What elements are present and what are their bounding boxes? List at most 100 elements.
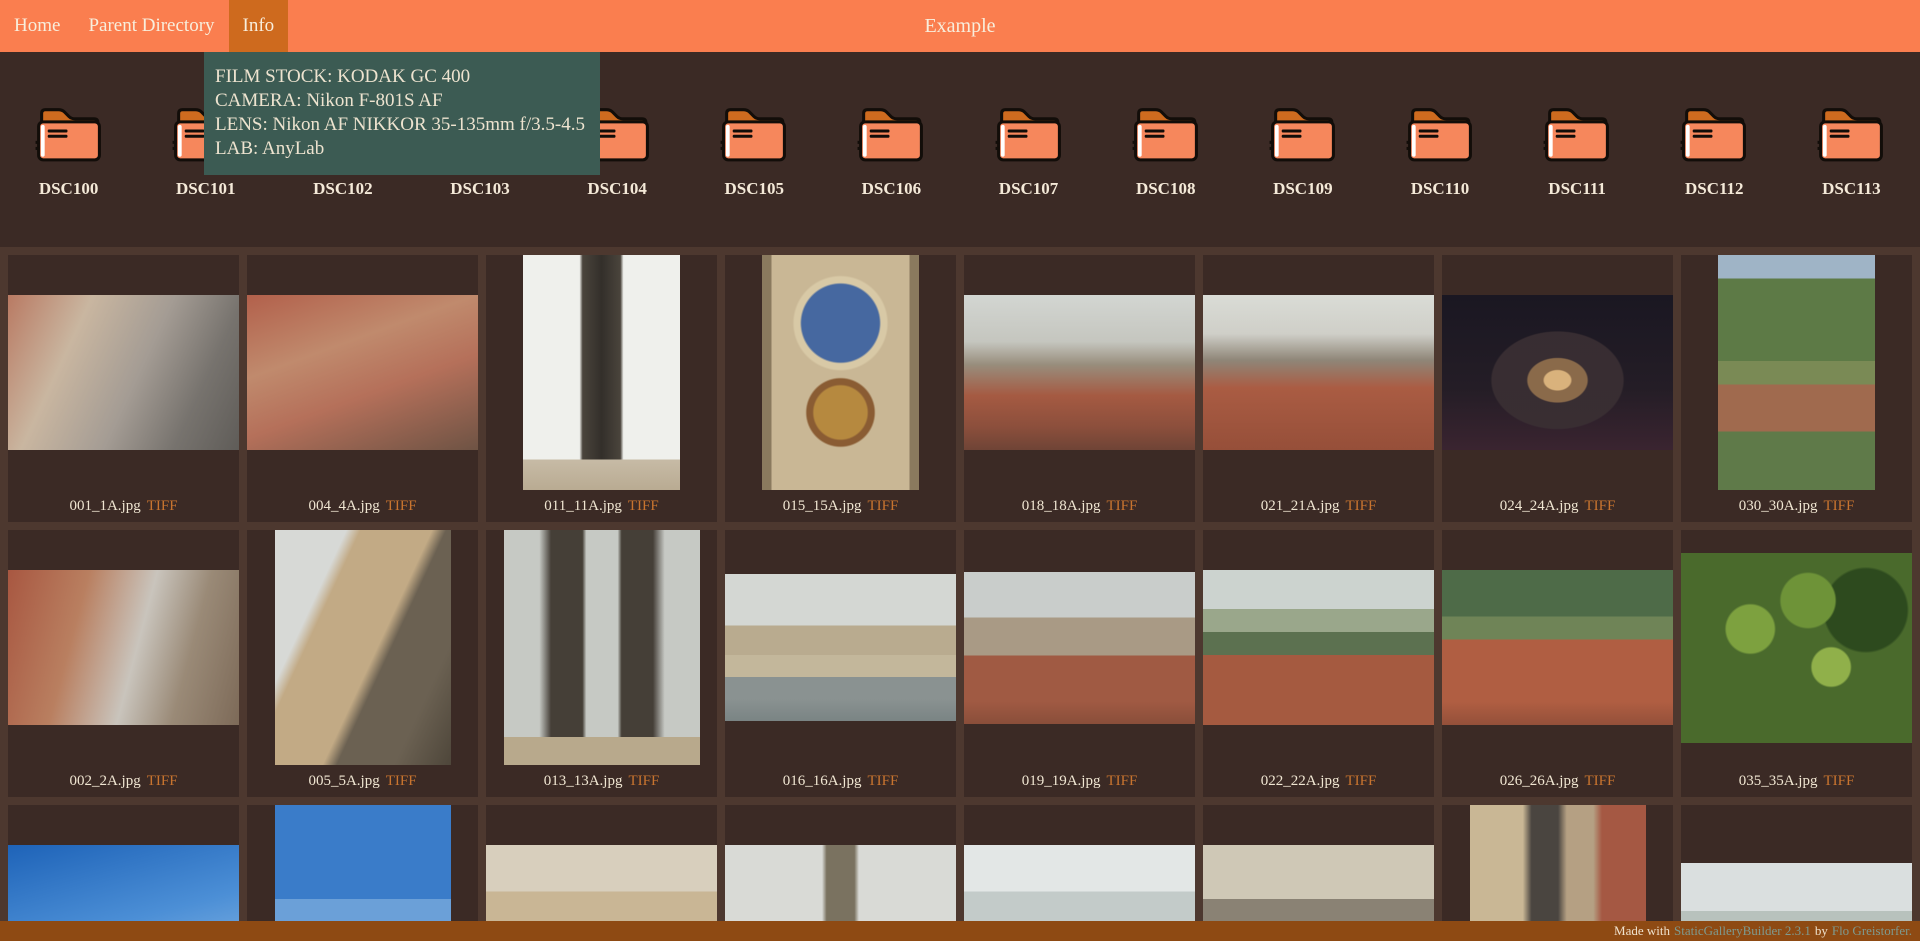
photo-filename-link[interactable]: 018_18A.jpg — [1022, 498, 1101, 515]
folder-label: DSC113 — [1822, 179, 1881, 198]
photo-tiff-link[interactable]: TIFF — [628, 773, 659, 790]
photo-thumbnail[interactable] — [725, 574, 956, 721]
photo-thumbnail[interactable] — [8, 570, 239, 725]
footer-builder-link[interactable]: StaticGalleryBuilder 2.3.1 — [1674, 923, 1811, 939]
thumb-area — [964, 530, 1195, 765]
photo-thumbnail[interactable] — [523, 255, 680, 490]
photo-filename-link[interactable]: 024_24A.jpg — [1500, 498, 1579, 515]
folder-item-dsc107[interactable]: DSC107 — [960, 103, 1097, 199]
thumb-area — [1442, 255, 1673, 490]
photo-tiff-link[interactable]: TIFF — [1584, 498, 1615, 515]
photo-thumbnail[interactable] — [1442, 295, 1673, 450]
photo-thumbnail[interactable] — [1203, 295, 1434, 450]
folder-label: DSC106 — [861, 179, 922, 198]
photo-tiff-link[interactable]: TIFF — [386, 773, 417, 790]
thumb-area — [486, 530, 717, 765]
folder-item-dsc100[interactable]: DSC100 — [0, 103, 137, 199]
folder-item-dsc109[interactable]: DSC109 — [1234, 103, 1371, 199]
photo-filename-link[interactable]: 015_15A.jpg — [783, 498, 862, 515]
folder-label: DSC112 — [1684, 179, 1744, 198]
photo-caption: 016_16A.jpg TIFF — [783, 765, 899, 797]
photo-filename-link[interactable]: 022_22A.jpg — [1261, 773, 1340, 790]
photo-tiff-link[interactable]: TIFF — [1106, 498, 1137, 515]
folder-label: DSC100 — [38, 179, 99, 198]
photo-thumbnail[interactable] — [1681, 552, 1912, 743]
photo-filename-link[interactable]: 011_11A.jpg — [544, 498, 622, 515]
nav-info-link[interactable]: Info — [228, 0, 289, 52]
photo-caption: 019_19A.jpg TIFF — [1022, 765, 1138, 797]
photo-thumbnail[interactable] — [503, 530, 700, 765]
photo-filename-link[interactable]: 019_19A.jpg — [1022, 773, 1101, 790]
photo-thumbnail[interactable] — [1718, 255, 1875, 490]
photo-filename-link[interactable]: 005_5A.jpg — [308, 773, 379, 790]
photo-tiff-link[interactable]: TIFF — [1823, 498, 1854, 515]
photo-cell: 018_18A.jpg TIFF — [964, 255, 1195, 522]
folder-item-dsc113[interactable]: DSC113 — [1783, 103, 1920, 199]
photo-caption: 026_26A.jpg TIFF — [1500, 765, 1616, 797]
folder-label: DSC101 — [175, 179, 236, 198]
photo-filename-link[interactable]: 035_35A.jpg — [1739, 773, 1818, 790]
photo-cell: 026_26A.jpg TIFF — [1442, 530, 1673, 797]
folder-item-dsc112[interactable]: DSC112 — [1646, 103, 1783, 199]
photo-tiff-link[interactable]: TIFF — [1823, 773, 1854, 790]
photo-tiff-link[interactable]: TIFF — [628, 498, 659, 515]
photo-filename-link[interactable]: 021_21A.jpg — [1261, 498, 1340, 515]
photo-cell: 005_5A.jpg TIFF — [247, 530, 478, 797]
info-panel: FILM STOCK: KODAK GC 400 CAMERA: Nikon F… — [204, 52, 600, 175]
info-line-film-stock: FILM STOCK: KODAK GC 400 — [215, 66, 471, 87]
photo-tiff-link[interactable]: TIFF — [1584, 773, 1615, 790]
folder-icon — [1402, 103, 1478, 165]
photo-cell: 015_15A.jpg TIFF — [725, 255, 956, 522]
photo-filename-link[interactable]: 004_4A.jpg — [308, 498, 379, 515]
folder-item-dsc111[interactable]: DSC111 — [1509, 103, 1646, 199]
photo-filename-link[interactable]: 030_30A.jpg — [1739, 498, 1818, 515]
thumb-area — [725, 255, 956, 490]
photo-tiff-link[interactable]: TIFF — [867, 773, 898, 790]
photo-tiff-link[interactable]: TIFF — [1345, 498, 1376, 515]
photo-filename-link[interactable]: 013_13A.jpg — [544, 773, 623, 790]
photo-filename-link[interactable]: 026_26A.jpg — [1500, 773, 1579, 790]
photo-tiff-link[interactable]: TIFF — [147, 498, 178, 515]
photo-tiff-link[interactable]: TIFF — [1106, 773, 1137, 790]
photo-tiff-link[interactable]: TIFF — [386, 498, 417, 515]
photo-tiff-link[interactable]: TIFF — [147, 773, 178, 790]
photo-caption: 013_13A.jpg TIFF — [544, 765, 660, 797]
footer-by-text: by — [1814, 923, 1828, 938]
footer: Made with StaticGalleryBuilder 2.3.1 by … — [0, 921, 1920, 941]
photo-thumbnail[interactable] — [762, 255, 919, 490]
photo-filename-link[interactable]: 016_16A.jpg — [783, 773, 862, 790]
thumb-area — [1681, 255, 1912, 490]
thumb-area — [486, 255, 717, 490]
photo-caption: 015_15A.jpg TIFF — [783, 490, 899, 522]
photo-thumbnail[interactable] — [964, 571, 1195, 724]
folder-item-dsc105[interactable]: DSC105 — [686, 103, 823, 199]
photo-filename-link[interactable]: 002_2A.jpg — [69, 773, 140, 790]
thumb-area — [8, 530, 239, 765]
photo-thumbnail[interactable] — [8, 295, 239, 450]
photo-thumbnail[interactable] — [247, 295, 478, 450]
photo-thumbnail[interactable] — [274, 530, 451, 765]
nav-parent-directory-link[interactable]: Parent Directory — [74, 0, 228, 52]
photo-filename-link[interactable]: 001_1A.jpg — [69, 498, 140, 515]
folder-icon — [31, 103, 107, 165]
photo-cell: 022_22A.jpg TIFF — [1203, 530, 1434, 797]
folder-icon — [991, 103, 1067, 165]
photo-caption: 021_21A.jpg TIFF — [1261, 490, 1377, 522]
nav-home-link[interactable]: Home — [0, 0, 74, 52]
photo-cell: 013_13A.jpg TIFF — [486, 530, 717, 797]
info-line-camera: CAMERA: Nikon F-801S AF — [215, 90, 443, 111]
photo-thumbnail[interactable] — [1203, 570, 1434, 725]
photo-thumbnail[interactable] — [1442, 570, 1673, 725]
folder-item-dsc110[interactable]: DSC110 — [1371, 103, 1508, 199]
thumb-area — [1681, 530, 1912, 765]
footer-author-link[interactable]: Flo Greistorfer. — [1832, 923, 1912, 939]
photo-tiff-link[interactable]: TIFF — [867, 498, 898, 515]
folder-item-dsc106[interactable]: DSC106 — [823, 103, 960, 199]
photo-caption: 004_4A.jpg TIFF — [308, 490, 416, 522]
folder-label: DSC103 — [450, 179, 510, 198]
photo-caption: 005_5A.jpg TIFF — [308, 765, 416, 797]
photo-thumbnail[interactable] — [964, 295, 1195, 450]
photo-tiff-link[interactable]: TIFF — [1345, 773, 1376, 790]
folder-label: DSC109 — [1273, 179, 1333, 198]
folder-item-dsc108[interactable]: DSC108 — [1097, 103, 1234, 199]
